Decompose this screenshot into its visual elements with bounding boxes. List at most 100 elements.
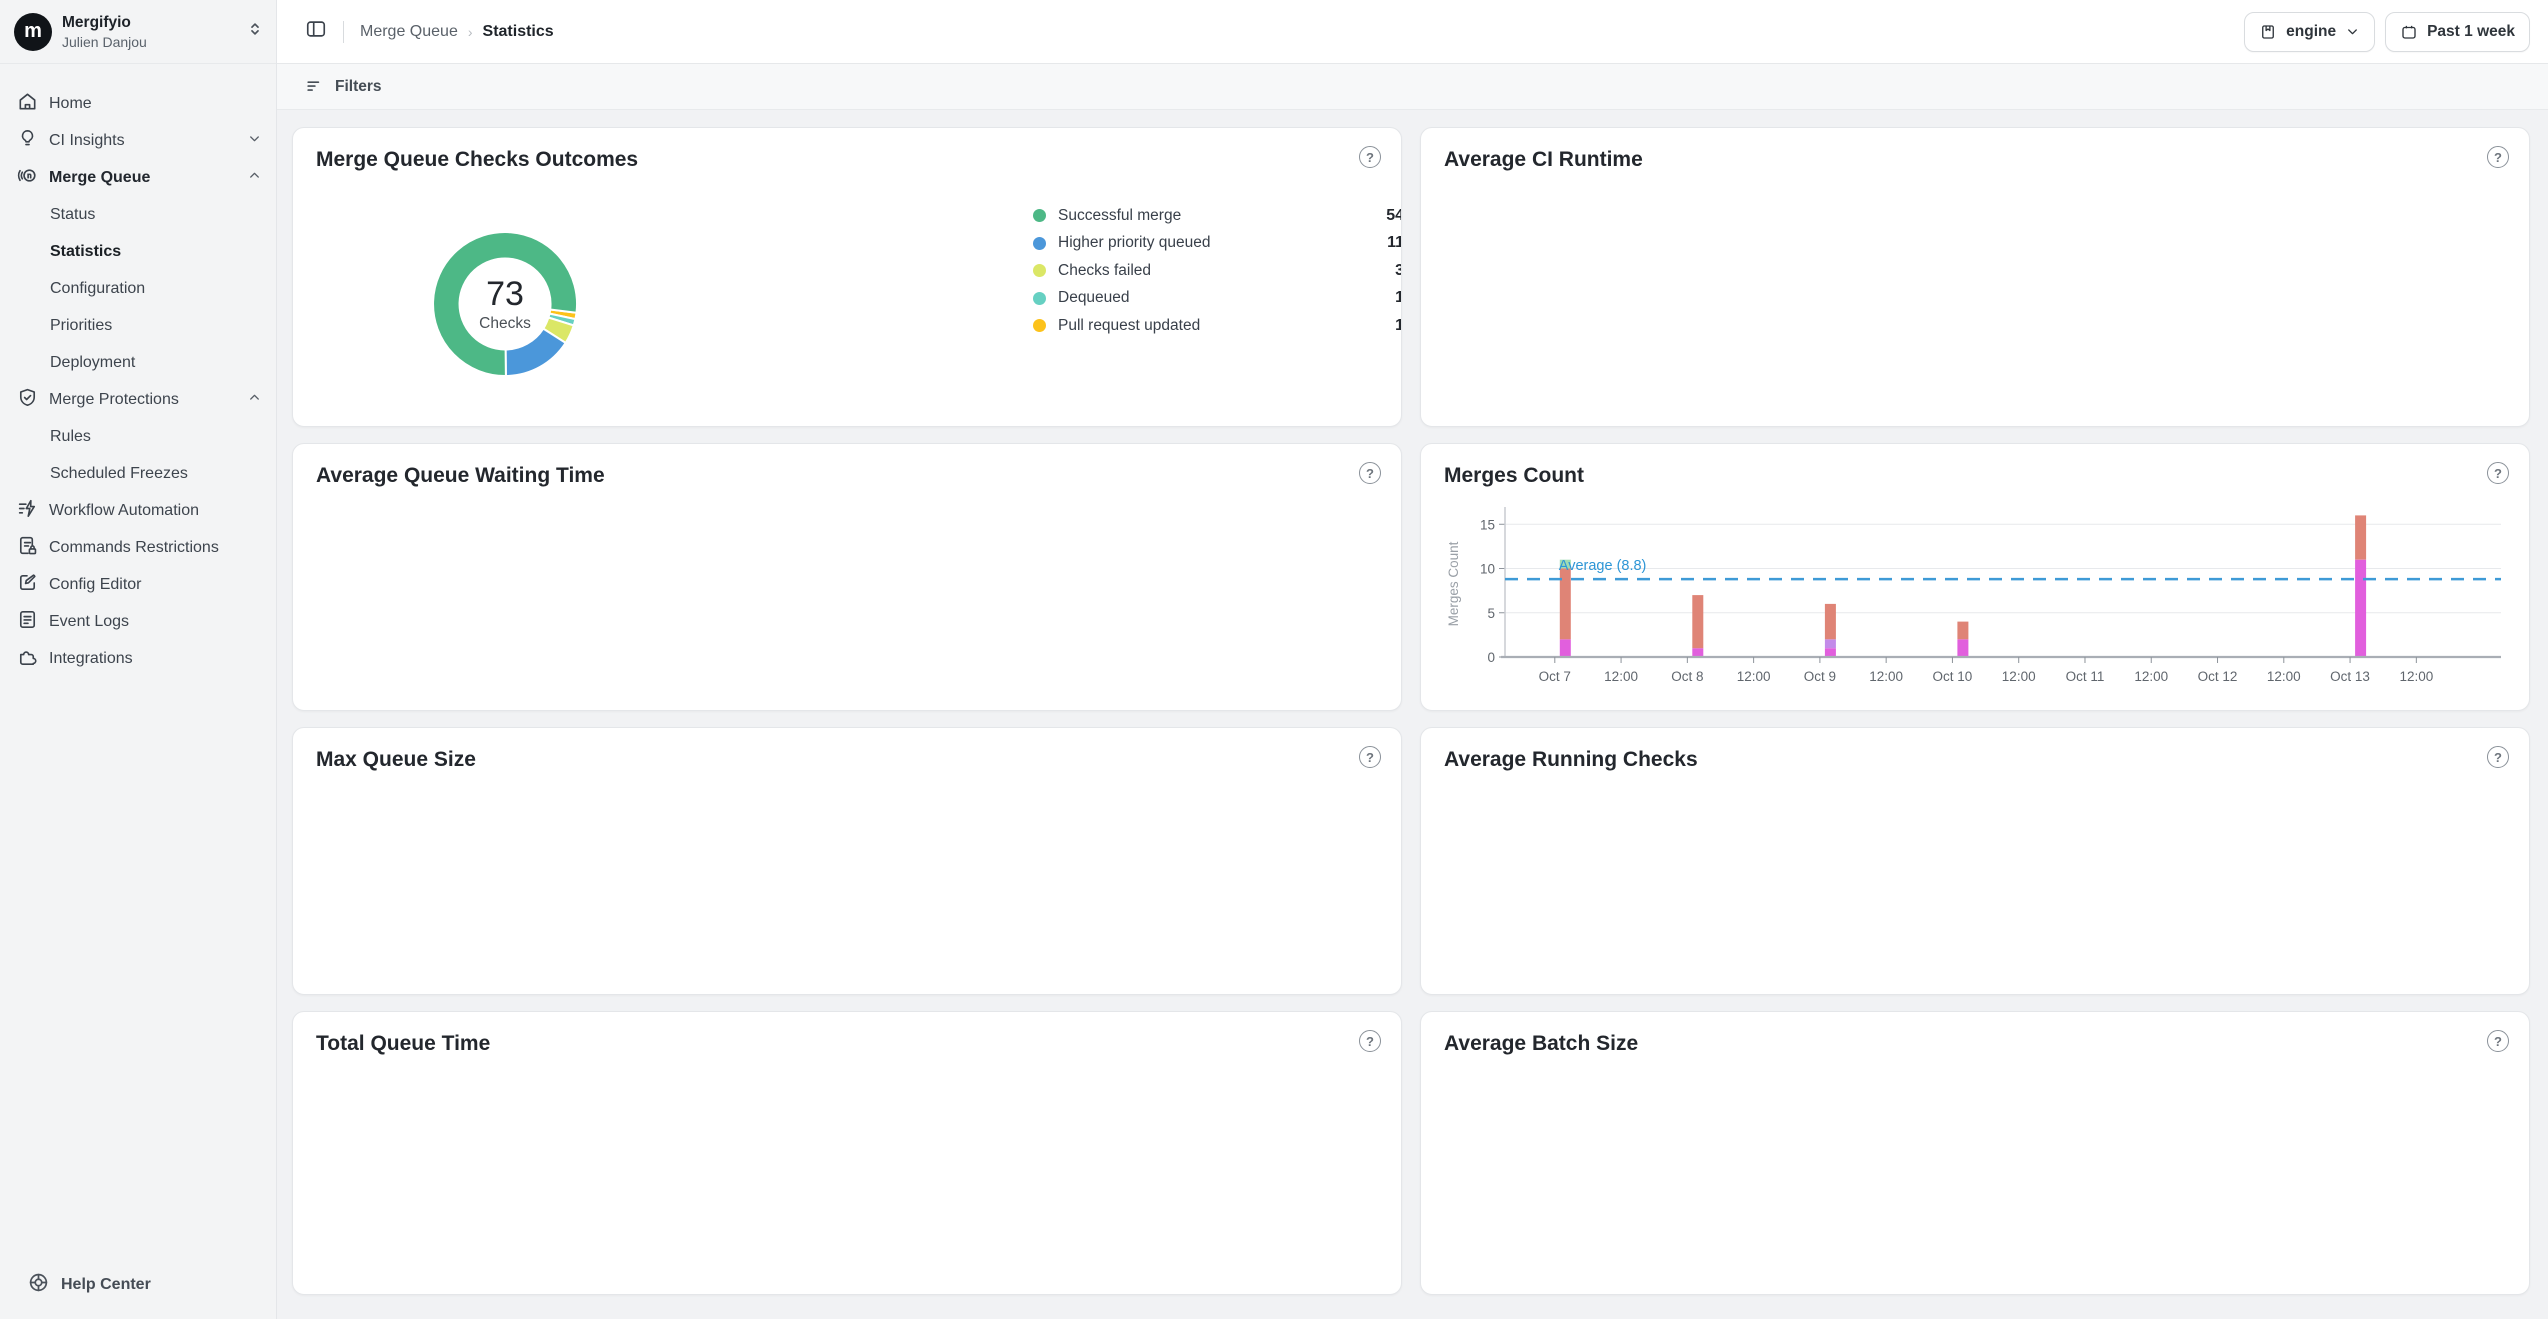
sidebar-nav: HomeCI InsightsnMerge QueueStatusStatist…: [0, 85, 276, 677]
help-icon[interactable]: ?: [2487, 1030, 2509, 1052]
svg-text:12:00: 12:00: [2399, 669, 2433, 684]
sidebar-item-config-editor[interactable]: Config Editor: [0, 566, 276, 603]
filters-bar[interactable]: Filters: [277, 64, 2548, 110]
chevron-up-icon: [247, 390, 262, 410]
svg-text:12:00: 12:00: [1737, 669, 1771, 684]
svg-text:0: 0: [1487, 650, 1495, 665]
config-editor-icon: [16, 571, 39, 599]
card-merges-count: Merges Count ? 0 5 10 15 Merges Count Oct 7 12…: [1420, 443, 2530, 711]
svg-text:12:00: 12:00: [1604, 669, 1638, 684]
commands-restrictions-icon: [16, 534, 39, 562]
svg-text:Oct 12: Oct 12: [2198, 669, 2238, 684]
sidebar-item-deployment[interactable]: Deployment: [0, 344, 276, 381]
card-checks-outcomes: Merge Queue Checks Outcomes ? 73 Checks …: [292, 127, 1402, 427]
svg-text:5: 5: [1487, 606, 1495, 621]
card-title: Max Queue Size: [293, 728, 1401, 772]
help-icon[interactable]: ?: [1359, 1030, 1381, 1052]
svg-text:Oct 8: Oct 8: [1671, 669, 1703, 684]
legend-item: Checks failed 3: [1033, 257, 1402, 285]
legend-item: Dequeued 1: [1033, 285, 1402, 313]
sidebar-item-merge-queue[interactable]: nMerge Queue: [0, 159, 276, 196]
card-title: Average CI Runtime: [1421, 128, 2529, 172]
chevron-down-icon: [247, 131, 262, 151]
dashboard-grid: Merge Queue Checks Outcomes ? 73 Checks …: [277, 110, 2548, 1319]
svg-text:Average (8.8): Average (8.8): [1559, 558, 1647, 574]
ci-insights-icon: [16, 127, 39, 155]
card-title: Average Batch Size: [1421, 1012, 2529, 1056]
svg-text:12:00: 12:00: [2134, 669, 2168, 684]
user-name: Julien Danjou: [62, 34, 246, 50]
help-icon[interactable]: ?: [1359, 462, 1381, 484]
sidebar-item-ci-insights[interactable]: CI Insights: [0, 122, 276, 159]
sidebar-item-workflow-automation[interactable]: Workflow Automation: [0, 492, 276, 529]
card-max-queue-size: Max Queue Size ? 261014Max Queue SizeOct…: [292, 727, 1402, 995]
sidebar-item-priorities[interactable]: Priorities: [0, 307, 276, 344]
updown-chevron-icon: [246, 20, 264, 43]
svg-text:10: 10: [1480, 562, 1495, 577]
help-icon[interactable]: ?: [2487, 146, 2509, 168]
card-queue-waiting: Average Queue Waiting Time ? 2hrs5hrs8hr…: [292, 443, 1402, 711]
legend-dot: [1033, 319, 1046, 332]
svg-text:Merges Count: Merges Count: [1446, 541, 1461, 626]
breadcrumb-merge-queue[interactable]: Merge Queue: [360, 23, 458, 41]
event-logs-icon: [16, 608, 39, 636]
card-batch-size: Average Batch Size ? 00.511.523Batch Siz…: [1420, 1011, 2530, 1295]
sidebar-toggle-icon[interactable]: [305, 18, 327, 45]
sidebar-item-home[interactable]: Home: [0, 85, 276, 122]
repo-icon: [2259, 23, 2277, 41]
card-title: Total Queue Time: [293, 1012, 1401, 1056]
svg-text:12:00: 12:00: [2002, 669, 2036, 684]
svg-text:Oct 9: Oct 9: [1804, 669, 1836, 684]
sidebar-item-scheduled-freezes[interactable]: Scheduled Freezes: [0, 455, 276, 492]
sidebar-item-configuration[interactable]: Configuration: [0, 270, 276, 307]
workflow-automation-icon: [16, 497, 39, 525]
svg-text:15: 15: [1480, 517, 1495, 532]
svg-text:Oct 11: Oct 11: [2066, 669, 2105, 684]
legend-item: Higher priority queued 11: [1033, 230, 1402, 258]
legend-item: Successful merge 54: [1033, 202, 1402, 230]
legend-dot: [1033, 237, 1046, 250]
card-title: Merge Queue Checks Outcomes: [293, 128, 1401, 172]
sidebar-item-integrations[interactable]: Integrations: [0, 640, 276, 677]
svg-text:Oct 7: Oct 7: [1539, 669, 1571, 684]
chevron-up-icon: [247, 168, 262, 188]
help-center-link[interactable]: Help Center: [0, 1265, 167, 1305]
topbar-divider: [343, 21, 344, 43]
help-icon[interactable]: ?: [1359, 746, 1381, 768]
card-running-checks: Average Running Checks ? 012345Running C…: [1420, 727, 2530, 995]
integrations-icon: [16, 645, 39, 673]
breadcrumb-statistics: Statistics: [483, 23, 554, 41]
sidebar-item-commands-restrictions[interactable]: Commands Restrictions: [0, 529, 276, 566]
legend-dot: [1033, 264, 1046, 277]
svg-text:12:00: 12:00: [1869, 669, 1903, 684]
time-range-button[interactable]: Past 1 week: [2385, 12, 2530, 52]
card-title: Merges Count: [1421, 444, 2529, 488]
sidebar-item-event-logs[interactable]: Event Logs: [0, 603, 276, 640]
home-icon: [16, 90, 39, 118]
svg-text:n: n: [27, 171, 31, 180]
sidebar-item-statistics[interactable]: Statistics: [0, 233, 276, 270]
legend-dot: [1033, 292, 1046, 305]
svg-text:Oct 10: Oct 10: [1933, 669, 1973, 684]
help-icon[interactable]: ?: [2487, 746, 2509, 768]
workspace-switcher[interactable]: m Mergifyio Julien Danjou: [0, 0, 276, 64]
card-ci-runtime: Average CI Runtime ? 0s10min20min30min40…: [1420, 127, 2530, 427]
org-name: Mergifyio: [62, 14, 246, 32]
topbar: Merge Queue › Statistics engine Past 1 w…: [277, 0, 2548, 64]
outcomes-legend: Successful merge 54 Higher priority queu…: [1033, 202, 1402, 340]
filter-icon: [305, 77, 324, 96]
sidebar: m Mergifyio Julien Danjou HomeCI Insight…: [0, 0, 277, 1319]
checks-outcomes-donut: [420, 219, 590, 394]
help-icon[interactable]: ?: [1359, 146, 1381, 168]
card-title: Average Queue Waiting Time: [293, 444, 1401, 488]
card-title: Average Running Checks: [1421, 728, 2529, 772]
svg-text:12:00: 12:00: [2267, 669, 2301, 684]
lifebuoy-icon: [27, 1271, 50, 1299]
sidebar-item-merge-protections[interactable]: Merge Protections: [0, 381, 276, 418]
sidebar-item-rules[interactable]: Rules: [0, 418, 276, 455]
breadcrumb-chevron-icon: ›: [468, 24, 473, 40]
repository-select[interactable]: engine: [2244, 12, 2375, 52]
sidebar-item-status[interactable]: Status: [0, 196, 276, 233]
mergify-logo-icon: m: [14, 13, 52, 51]
help-icon[interactable]: ?: [2487, 462, 2509, 484]
